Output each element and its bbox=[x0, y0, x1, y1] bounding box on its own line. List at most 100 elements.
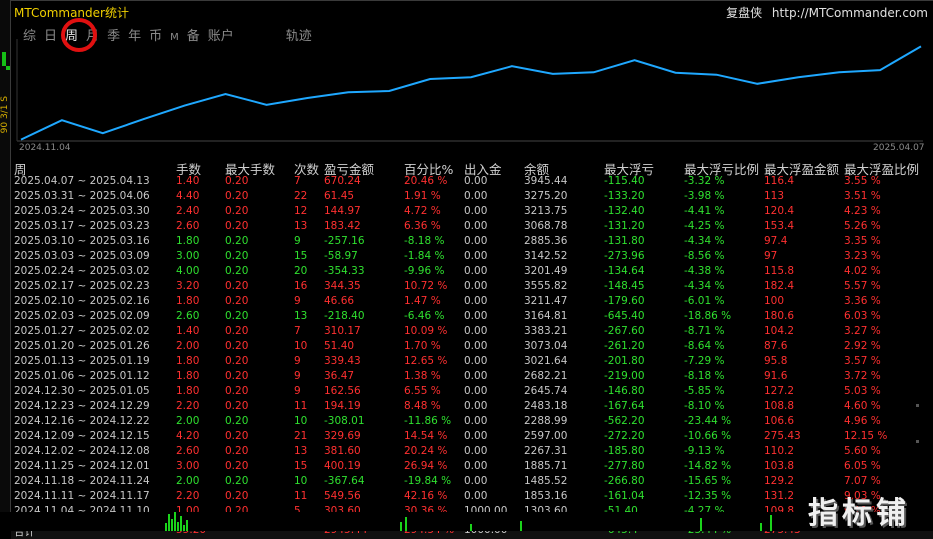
cell-1: 1.80 bbox=[176, 355, 200, 367]
cell-6: 0.00 bbox=[464, 490, 488, 502]
cell-3: 7 bbox=[294, 175, 301, 187]
cell-9: -4.34 % bbox=[684, 235, 725, 247]
cell-7: 2483.18 bbox=[524, 400, 568, 412]
decorative-dot bbox=[916, 404, 919, 407]
cell-10: 116.4 bbox=[764, 175, 795, 187]
cell-10: 180.6 bbox=[764, 310, 795, 322]
cell-3: 10 bbox=[294, 415, 308, 427]
brand-header: 复盘侠 http://MTCommander.com bbox=[720, 4, 928, 21]
cell-1: 1.40 bbox=[176, 325, 200, 337]
table-row[interactable]: 2025.02.17 ~ 2025.02.23 3.20 0.20 16 344.35 1… bbox=[11, 280, 933, 295]
table-row[interactable]: 2024.11.25 ~ 2024.12.01 3.00 0.20 15 400.19 2… bbox=[11, 460, 933, 475]
decorative-dot bbox=[916, 440, 919, 443]
table-row[interactable]: 2024.11.18 ~ 2024.11.24 2.00 0.20 10 -367.64… bbox=[11, 475, 933, 490]
cell-3: 10 bbox=[294, 340, 308, 352]
cell-9: -8.18 % bbox=[684, 370, 725, 382]
cell-7: 2267.31 bbox=[524, 445, 568, 457]
brand-url[interactable]: http://MTCommander.com bbox=[772, 6, 928, 20]
cell-11: 4.23 % bbox=[844, 205, 881, 217]
table-row[interactable]: 2025.01.06 ~ 2025.01.12 1.80 0.20 9 36.47 1.3… bbox=[11, 370, 933, 385]
cell-6: 0.00 bbox=[464, 355, 488, 367]
cell-8: -134.64 bbox=[604, 265, 645, 277]
weekly-stats-table: 周手数 最大手数 次数 盈亏金额 百分比% 出入金 余额 最大浮亏 最大浮亏比例 最大浮盈金额 最大… bbox=[11, 159, 933, 539]
cell-1: 2.00 bbox=[176, 340, 200, 352]
cell-0: 2025.03.31 ~ 2025.04.06 bbox=[14, 190, 150, 202]
cell-11: 6.05 % bbox=[844, 460, 881, 472]
table-row[interactable]: 2025.02.10 ~ 2025.02.16 1.80 0.20 9 46.66 1.4… bbox=[11, 295, 933, 310]
table-row[interactable]: 2025.03.03 ~ 2025.03.09 3.00 0.20 15 -58.97 -… bbox=[11, 250, 933, 265]
cell-9: -8.10 % bbox=[684, 400, 725, 412]
statistics-panel: MTCommander统计 复盘侠 http://MTCommander.com… bbox=[10, 0, 933, 539]
cell-1: 1.80 bbox=[176, 370, 200, 382]
volume-bar bbox=[186, 520, 188, 531]
cell-5: 1.91 % bbox=[404, 190, 441, 202]
table-row[interactable]: 2024.12.09 ~ 2024.12.15 4.20 0.20 21 329.69 1… bbox=[11, 430, 933, 445]
cell-10: 115.8 bbox=[764, 265, 795, 277]
table-row[interactable]: 2025.03.24 ~ 2025.03.30 2.40 0.20 12 144.97 4… bbox=[11, 205, 933, 220]
table-row[interactable]: 2024.12.16 ~ 2024.12.22 2.00 0.20 10 -308.01… bbox=[11, 415, 933, 430]
cell-10: 275.43 bbox=[764, 430, 801, 442]
cell-8: -272.20 bbox=[604, 430, 645, 442]
cell-11: 5.60 % bbox=[844, 445, 881, 457]
cell-5: -11.86 % bbox=[404, 415, 452, 427]
cell-7: 3164.81 bbox=[524, 310, 568, 322]
cell-5: 10.72 % bbox=[404, 280, 448, 292]
cell-6: 0.00 bbox=[464, 295, 488, 307]
cell-11: 4.02 % bbox=[844, 265, 881, 277]
cell-7: 3945.44 bbox=[524, 175, 568, 187]
volume-bar bbox=[183, 525, 185, 531]
table-row[interactable]: 2024.12.02 ~ 2024.12.08 2.60 0.20 13 381.60 2… bbox=[11, 445, 933, 460]
cell-0: 2025.01.20 ~ 2025.01.26 bbox=[14, 340, 150, 352]
table-row[interactable]: 2025.02.24 ~ 2025.03.02 4.00 0.20 20 -354.33… bbox=[11, 265, 933, 280]
cell-0: 2024.11.25 ~ 2024.12.01 bbox=[14, 460, 150, 472]
cell-6: 0.00 bbox=[464, 400, 488, 412]
cell-3: 16 bbox=[294, 280, 308, 292]
cell-10: 153.4 bbox=[764, 220, 795, 232]
cell-7: 3201.49 bbox=[524, 265, 568, 277]
cell-5: -19.84 % bbox=[404, 475, 452, 487]
table-row[interactable]: 2025.01.20 ~ 2025.01.26 2.00 0.20 10 51.40 1.… bbox=[11, 340, 933, 355]
cell-11: 5.57 % bbox=[844, 280, 881, 292]
cell-10: 87.6 bbox=[764, 340, 788, 352]
cell-9: -4.34 % bbox=[684, 280, 725, 292]
cell-3: 15 bbox=[294, 250, 308, 262]
table-row[interactable]: 2024.11.11 ~ 2024.11.17 2.20 0.20 11 549.56 4… bbox=[11, 490, 933, 505]
cell-5: -9.96 % bbox=[404, 265, 445, 277]
cell-0: 2025.01.27 ~ 2025.02.02 bbox=[14, 325, 150, 337]
cell-11: 3.51 % bbox=[844, 190, 881, 202]
cell-2: 0.20 bbox=[225, 385, 249, 397]
left-strip-label: 90 3/1 S bbox=[0, 96, 10, 134]
volume-bar bbox=[770, 515, 772, 531]
cell-3: 9 bbox=[294, 370, 301, 382]
cell-5: 6.55 % bbox=[404, 385, 441, 397]
cell-10: 120.4 bbox=[764, 205, 795, 217]
table-row[interactable]: 2025.03.10 ~ 2025.03.16 1.80 0.20 9 -257.16 -… bbox=[11, 235, 933, 250]
cell-2: 0.20 bbox=[225, 445, 249, 457]
table-row[interactable]: 2024.12.30 ~ 2025.01.05 1.80 0.20 9 162.56 6.… bbox=[11, 385, 933, 400]
cell-11: 6.03 % bbox=[844, 310, 881, 322]
cell-8: -645.40 bbox=[604, 310, 645, 322]
table-row[interactable]: 2025.01.13 ~ 2025.01.19 1.80 0.20 9 339.43 12… bbox=[11, 355, 933, 370]
cell-9: -9.13 % bbox=[684, 445, 725, 457]
cell-4: 51.40 bbox=[324, 340, 355, 352]
cell-8: -115.40 bbox=[604, 175, 645, 187]
table-row[interactable]: 2024.12.23 ~ 2024.12.29 2.20 0.20 11 194.19 8… bbox=[11, 400, 933, 415]
cell-3: 12 bbox=[294, 205, 308, 217]
table-row[interactable]: 2025.02.03 ~ 2025.02.09 2.60 0.20 13 -218.40… bbox=[11, 310, 933, 325]
table-row[interactable]: 2025.03.31 ~ 2025.04.06 4.40 0.20 22 61.45 1.… bbox=[11, 190, 933, 205]
table-row[interactable]: 2025.03.17 ~ 2025.03.23 2.60 0.20 13 183.42 6… bbox=[11, 220, 933, 235]
cell-7: 3073.04 bbox=[524, 340, 568, 352]
cell-4: 400.19 bbox=[324, 460, 361, 472]
cell-11: 3.35 % bbox=[844, 235, 881, 247]
volume-bar bbox=[400, 522, 402, 531]
cell-10: 108.8 bbox=[764, 400, 795, 412]
table-row[interactable]: 2025.04.07 ~ 2025.04.13 1.40 0.20 7 670.24 20… bbox=[11, 175, 933, 190]
cell-7: 3383.21 bbox=[524, 325, 568, 337]
table-row[interactable]: 2025.01.27 ~ 2025.02.02 1.40 0.20 7 310.17 10… bbox=[11, 325, 933, 340]
cell-2: 0.20 bbox=[225, 460, 249, 472]
cell-8: -267.60 bbox=[604, 325, 645, 337]
cell-9: -7.29 % bbox=[684, 355, 725, 367]
cell-3: 20 bbox=[294, 265, 308, 277]
cell-8: -167.64 bbox=[604, 400, 645, 412]
cell-8: -185.80 bbox=[604, 445, 645, 457]
